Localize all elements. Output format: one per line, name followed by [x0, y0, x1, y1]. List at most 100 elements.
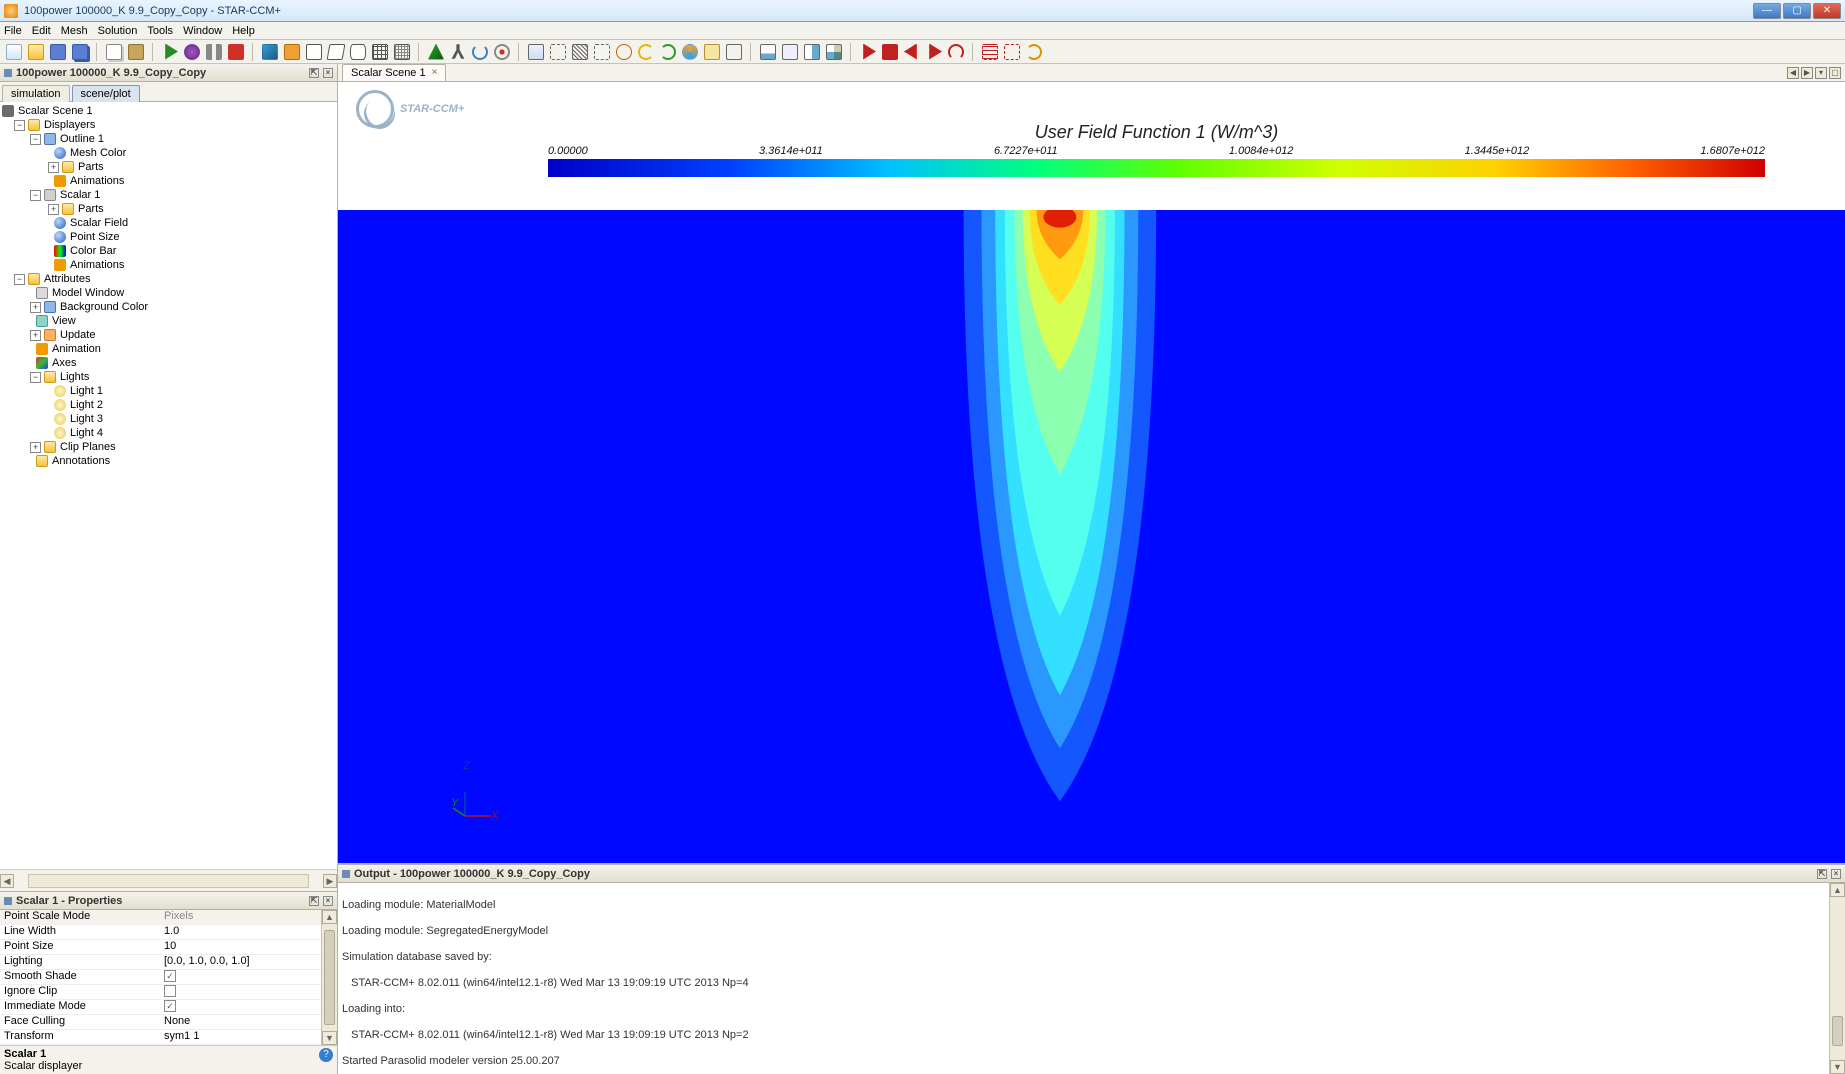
toolbar-probe-icon[interactable] — [428, 44, 444, 60]
tab-sceneplot[interactable]: scene/plot — [72, 85, 140, 102]
toolbar-open-icon[interactable] — [28, 44, 44, 60]
toolbar-anim-next-icon[interactable] — [926, 44, 942, 60]
toolbar-run-icon[interactable] — [162, 44, 178, 60]
panel-pin-icon[interactable]: ⇱ — [309, 896, 319, 906]
prop-ignoreclip-checkbox[interactable] — [164, 985, 176, 997]
toolbar-scene-box-icon[interactable] — [528, 44, 544, 60]
prop-smoothshade-checkbox[interactable]: ✓ — [164, 970, 176, 982]
scene-tab-close-icon[interactable]: × — [432, 67, 438, 78]
scene-viewport[interactable]: STAR-CCM+ User Field Function 1 (W/m^3) … — [338, 82, 1845, 864]
menu-help[interactable]: Help — [232, 25, 255, 37]
menu-mesh[interactable]: Mesh — [61, 25, 88, 37]
tree-modelwindow[interactable]: Model Window — [52, 287, 124, 299]
toolbar-ruler-icon[interactable] — [704, 44, 720, 60]
output-console[interactable]: Loading module: MaterialModel Loading mo… — [338, 883, 1845, 1074]
tree-meshcolor[interactable]: Mesh Color — [70, 147, 126, 159]
toolbar-anim-prev-icon[interactable] — [904, 44, 920, 60]
toolbar-prism-icon[interactable] — [306, 44, 322, 60]
twisty-icon[interactable]: − — [14, 120, 25, 131]
toolbar-initsolver-icon[interactable] — [262, 44, 278, 60]
tree-hscroll[interactable]: ◀▶ — [0, 869, 337, 891]
tree-anim-outline[interactable]: Animations — [70, 175, 124, 187]
tree-root[interactable]: Scalar Scene 1 — [18, 105, 93, 117]
tree-light3[interactable]: Light 3 — [70, 413, 103, 425]
tree-annotations[interactable]: Annotations — [52, 455, 110, 467]
tree-update[interactable]: Update — [60, 329, 95, 341]
panel-close-icon[interactable]: × — [323, 896, 333, 906]
toolbar-graphbox-icon[interactable] — [760, 44, 776, 60]
prop-transform-value[interactable]: sym1 1 — [160, 1030, 337, 1044]
output-vscroll[interactable]: ▲▼ — [1829, 883, 1845, 1074]
tab-simulation[interactable]: simulation — [2, 85, 70, 102]
toolbar-stop-icon[interactable] — [228, 44, 244, 60]
window-minimize-button[interactable]: — — [1753, 3, 1781, 19]
help-icon[interactable]: ? — [319, 1048, 333, 1062]
toolbar-undo-icon[interactable] — [638, 44, 654, 60]
tree-parts-scalar[interactable]: Parts — [78, 203, 104, 215]
toolbar-anim-loop-icon[interactable] — [948, 44, 964, 60]
twisty-icon[interactable]: − — [30, 190, 41, 201]
toolbar-pause-icon[interactable] — [206, 44, 222, 60]
menu-file[interactable]: File — [4, 25, 22, 37]
toolbar-redo-icon[interactable] — [660, 44, 676, 60]
tree-light4[interactable]: Light 4 — [70, 427, 103, 439]
toolbar-quadgraph-icon[interactable] — [826, 44, 842, 60]
prop-faceculling-value[interactable]: None — [160, 1015, 337, 1029]
twisty-icon[interactable]: − — [30, 134, 41, 145]
toolbar-wireframe-icon[interactable] — [372, 44, 388, 60]
toolbar-snap-icon[interactable] — [726, 44, 742, 60]
toolbar-scene-mesh-icon[interactable] — [572, 44, 588, 60]
tree-bgcolor[interactable]: Background Color — [60, 301, 148, 313]
menu-solution[interactable]: Solution — [98, 25, 138, 37]
tree-scalarfield[interactable]: Scalar Field — [70, 217, 128, 229]
tree-outline1[interactable]: Outline 1 — [60, 133, 104, 145]
toolbar-refresh-icon[interactable] — [1026, 44, 1042, 60]
menu-window[interactable]: Window — [183, 25, 222, 37]
toolbar-target-icon[interactable] — [494, 44, 510, 60]
toolbar-anim-stop-icon[interactable] — [882, 44, 898, 60]
prop-immediate-checkbox[interactable]: ✓ — [164, 1000, 176, 1012]
toolbar-anim-play-icon[interactable] — [860, 44, 876, 60]
toolbar-save-icon[interactable] — [50, 44, 66, 60]
panel-pin-icon[interactable]: ⇱ — [1817, 869, 1827, 879]
tree-panel[interactable]: Scalar Scene 1 −Displayers −Outline 1 Me… — [0, 102, 337, 869]
tree-light1[interactable]: Light 1 — [70, 385, 103, 397]
scene-nav-prev-icon[interactable]: ◀ — [1787, 67, 1799, 79]
menu-tools[interactable]: Tools — [147, 25, 173, 37]
window-maximize-button[interactable]: ▢ — [1783, 3, 1811, 19]
twisty-icon[interactable]: + — [48, 204, 59, 215]
tree-animation[interactable]: Animation — [52, 343, 101, 355]
tree-clipplanes[interactable]: Clip Planes — [60, 441, 116, 453]
twisty-icon[interactable]: − — [14, 274, 25, 285]
toolbar-scene-circ-icon[interactable] — [616, 44, 632, 60]
toolbar-walk-icon[interactable] — [450, 44, 466, 60]
scene-tab[interactable]: Scalar Scene 1 × — [342, 64, 446, 82]
tree-anim-scalar[interactable]: Animations — [70, 259, 124, 271]
toolbar-swirl-icon[interactable] — [682, 44, 698, 60]
toolbar-block-icon[interactable] — [327, 44, 346, 60]
tree-light2[interactable]: Light 2 — [70, 399, 103, 411]
scene-maximize-icon[interactable]: ▢ — [1829, 67, 1841, 79]
toolbar-selbox-icon[interactable] — [1004, 44, 1020, 60]
tree-view[interactable]: View — [52, 315, 76, 327]
toolbar-spin-icon[interactable] — [472, 44, 488, 60]
toolbar-grid-icon[interactable] — [394, 44, 410, 60]
toolbar-region-icon[interactable] — [284, 44, 300, 60]
toolbar-paste-icon[interactable] — [128, 44, 144, 60]
twisty-icon[interactable]: + — [30, 302, 41, 313]
toolbar-scene-dash-icon[interactable] — [594, 44, 610, 60]
toolbar-saveall-icon[interactable] — [72, 44, 88, 60]
prop-pointsize-value[interactable]: 10 — [160, 940, 337, 954]
twisty-icon[interactable]: + — [48, 162, 59, 173]
scene-nav-next-icon[interactable]: ▶ — [1801, 67, 1813, 79]
toolbar-linkgraph-icon[interactable] — [782, 44, 798, 60]
toolbar-copy-icon[interactable] — [106, 44, 122, 60]
twisty-icon[interactable]: + — [30, 442, 41, 453]
prop-lighting-value[interactable]: [0.0, 1.0, 0.0, 1.0] — [160, 955, 337, 969]
tree-colorbar[interactable]: Color Bar — [70, 245, 116, 257]
tree-parts-outline[interactable]: Parts — [78, 161, 104, 173]
panel-close-icon[interactable]: × — [1831, 869, 1841, 879]
scene-nav-dropdown-icon[interactable]: ▾ — [1815, 67, 1827, 79]
toolbar-scene-select-icon[interactable] — [550, 44, 566, 60]
tree-attributes[interactable]: Attributes — [44, 273, 90, 285]
